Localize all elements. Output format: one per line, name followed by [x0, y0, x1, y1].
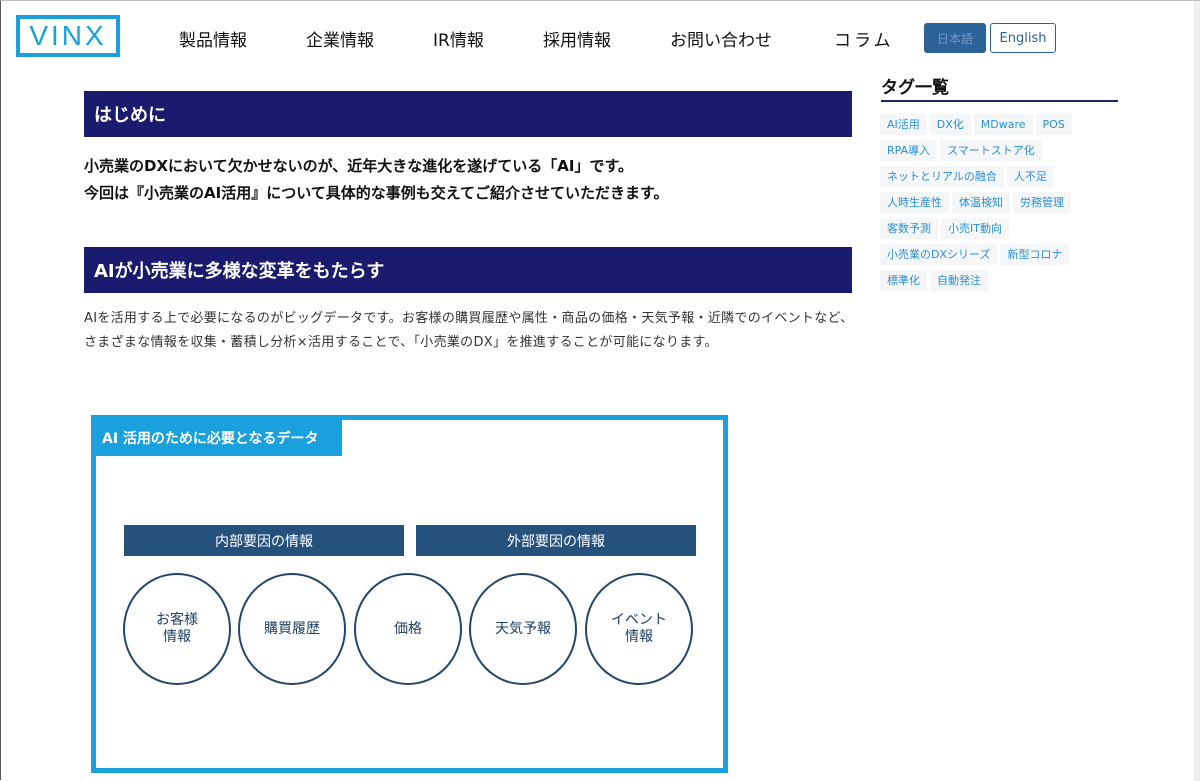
data-item-purchase-history: 購買履歴	[238, 573, 346, 685]
tag-chip[interactable]: スマートストア化	[940, 140, 1042, 161]
tag-chip[interactable]: 自動発注	[930, 270, 988, 291]
tag-chip[interactable]: 体温検知	[952, 192, 1010, 213]
figure-title: AI 活用のために必要となるデータ	[96, 420, 342, 456]
tag-chip[interactable]: DX化	[929, 114, 971, 135]
tag-chip[interactable]: MDware	[973, 114, 1033, 135]
tag-chip[interactable]: 客数予測	[880, 218, 938, 239]
tag-list-title: タグ一覧	[881, 73, 1118, 102]
nav-ir[interactable]: IR情報	[433, 26, 484, 51]
intro-line: 今回は『小売業のAI活用』について具体的な事例も交えてご紹介させていただきます。	[84, 184, 669, 202]
intro-text: 小売業のDXにおいて欠かせないのが、近年大きな進化を遂げている「AI」です。 今…	[84, 153, 854, 207]
data-item-event: イベント 情報	[585, 573, 693, 685]
data-figure: AI 活用のために必要となるデータ 内部要因の情報 外部要因の情報 お客様 情報…	[91, 415, 728, 773]
tag-chip[interactable]: 労務管理	[1013, 192, 1071, 213]
nav-contact[interactable]: お問い合わせ	[670, 26, 772, 51]
data-item-customer: お客様 情報	[123, 573, 231, 685]
section-heading-intro: はじめに	[84, 91, 852, 137]
tag-chip[interactable]: 人時生産性	[880, 192, 949, 213]
section-heading-ai-transform: AIが小売業に多様な変革をもたらす	[84, 247, 852, 293]
scrollbar-track[interactable]	[1194, 1, 1200, 781]
nav-column[interactable]: コラム	[834, 26, 894, 51]
nav-products[interactable]: 製品情報	[179, 26, 247, 51]
nav-company[interactable]: 企業情報	[306, 26, 374, 51]
lang-english-button[interactable]: English	[990, 23, 1056, 53]
tag-chip[interactable]: POS	[1035, 114, 1072, 135]
tag-chip[interactable]: 新型コロナ	[1000, 244, 1070, 265]
data-item-price: 価格	[354, 573, 462, 685]
vinx-logo[interactable]: VINX	[16, 15, 120, 57]
lang-japanese-button[interactable]: 日本語	[924, 23, 986, 53]
tag-chip[interactable]: 標準化	[880, 270, 927, 291]
tag-chip[interactable]: ネットとリアルの融合	[880, 166, 1004, 187]
data-item-weather: 天気予報	[469, 573, 577, 685]
group-external: 外部要因の情報	[416, 525, 696, 556]
tag-chip[interactable]: AI活用	[880, 114, 927, 135]
ai-body-text: AIを活用する上で必要になるのがビッグデータです。お客様の購買履歴や属性・商品の…	[84, 311, 854, 350]
tag-list: AI活用 DX化 MDware POS RPA導入 スマートストア化 ネットとリアルの融…	[880, 113, 1120, 295]
nav-recruit[interactable]: 採用情報	[543, 26, 611, 51]
tag-chip[interactable]: 人不足	[1006, 166, 1054, 187]
group-internal: 内部要因の情報	[124, 525, 404, 556]
tag-chip[interactable]: 小売IT動向	[941, 218, 1009, 239]
tag-chip[interactable]: RPA導入	[880, 140, 938, 161]
intro-line: 小売業のDXにおいて欠かせないのが、近年大きな進化を遂げている「AI」です。	[84, 157, 633, 175]
tag-chip[interactable]: 小売業のDXシリーズ	[880, 244, 998, 265]
